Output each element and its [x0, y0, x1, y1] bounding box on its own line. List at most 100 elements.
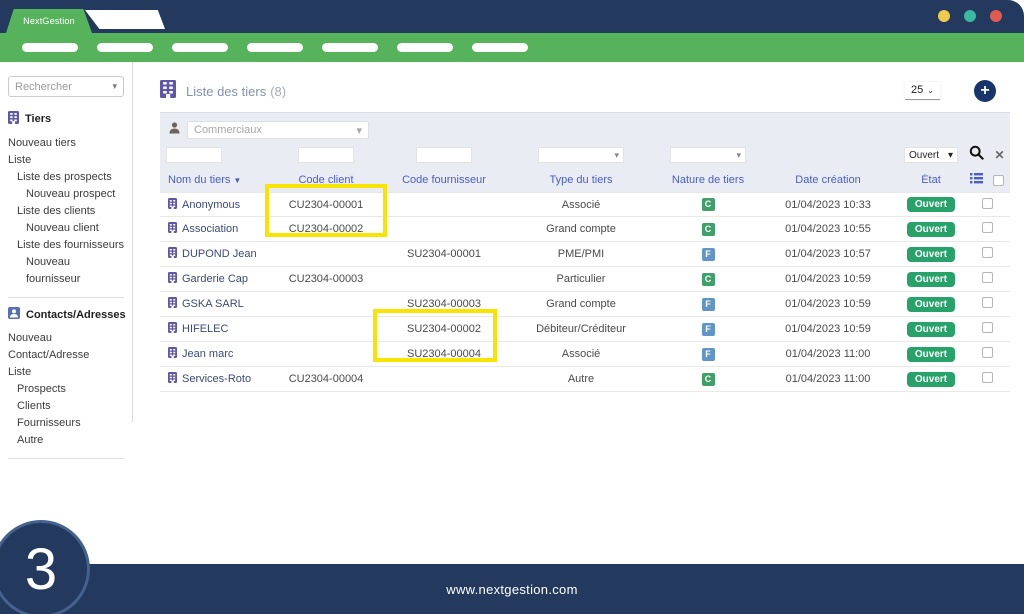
chevron-down-icon: ▾	[947, 149, 953, 161]
status-badge[interactable]: Ouvert	[906, 296, 956, 312]
sidebar-item-liste-des-prospects[interactable]: Liste des prospects	[8, 169, 124, 186]
row-checkbox[interactable]	[981, 197, 993, 209]
filter-nature-select[interactable]: ▾	[670, 147, 746, 163]
cell-type: Autre	[567, 373, 595, 385]
filter-type-select[interactable]: ▾	[538, 147, 624, 163]
sidebar-item-liste[interactable]: Liste	[8, 152, 124, 169]
cell-nom: Jean marc	[160, 347, 268, 361]
tiers-name-link[interactable]: Association	[182, 223, 238, 235]
cell-select	[964, 347, 1010, 361]
red-dot-icon[interactable]	[990, 10, 1002, 22]
filter-etat-select[interactable]: Ouvert ▾	[904, 147, 958, 163]
col-header-date[interactable]: Date création	[758, 174, 898, 186]
cell-select	[964, 197, 1010, 212]
clear-filters-icon[interactable]: ✕	[994, 148, 1004, 162]
tiers-name-link[interactable]: GSKA SARL	[182, 298, 244, 310]
chevron-down-icon: ▾	[356, 124, 362, 137]
cell-type: Grand compte	[546, 223, 616, 235]
status-badge[interactable]: Ouvert	[906, 197, 956, 212]
col-header-code-fournisseur[interactable]: Code fournisseur	[384, 174, 504, 186]
column-filter-row: ▾ ▾ Ouvert ▾ ✕	[160, 142, 1010, 168]
filter-nom-input[interactable]	[166, 147, 222, 163]
sidebar-section-contacts-adresses[interactable]: Contacts/Adresses	[8, 307, 126, 322]
menu-item-placeholder[interactable]	[322, 43, 378, 52]
cell-etat: Ouvert	[898, 346, 964, 362]
tiers-name-link[interactable]: Garderie Cap	[182, 273, 248, 285]
col-header-code-client[interactable]: Code client	[268, 174, 384, 186]
tiers-name-link[interactable]: DUPOND Jean	[182, 248, 257, 260]
row-checkbox[interactable]	[981, 347, 993, 358]
sidebar-item-prospects[interactable]: Prospects	[8, 381, 124, 398]
status-badge[interactable]: Ouvert	[906, 346, 956, 362]
nature-badge: F	[701, 322, 715, 336]
menu-item-placeholder[interactable]	[472, 43, 528, 52]
cell-etat: Ouvert	[898, 371, 964, 387]
row-checkbox[interactable]	[981, 247, 993, 258]
building-icon	[168, 372, 177, 386]
yellow-dot-icon[interactable]	[938, 10, 950, 22]
filter-code-fournisseur-input[interactable]	[416, 147, 472, 163]
sidebar-item-liste-des-clients[interactable]: Liste des clients	[8, 203, 124, 220]
search-input[interactable]: Rechercher ▾	[8, 76, 124, 97]
sidebar-item-liste[interactable]: Liste	[8, 364, 124, 381]
search-icon[interactable]	[969, 145, 985, 165]
sidebar-item-nouveau-fournisseur[interactable]: Nouveau fournisseur	[8, 254, 124, 288]
col-header-etat[interactable]: État	[898, 174, 964, 186]
tiers-name-link[interactable]: Jean marc	[182, 348, 233, 360]
sidebar-item-liste-des-fournisseurs[interactable]: Liste des fournisseurs	[8, 237, 124, 254]
table-row: GSKA SARL SU2304-00003 Grand compte F 01/04/…	[160, 292, 1010, 317]
commerciaux-placeholder: Commerciaux	[194, 124, 262, 136]
chevron-down-icon: ▾	[614, 149, 619, 160]
filter-code-client-input[interactable]	[298, 147, 354, 163]
select-all-checkbox[interactable]	[993, 174, 1004, 186]
sidebar-item-fournisseurs[interactable]: Fournisseurs	[8, 415, 124, 432]
row-checkbox[interactable]	[981, 297, 993, 308]
cell-type: Particulier	[556, 273, 606, 285]
row-checkbox[interactable]	[981, 322, 993, 333]
sidebar-item-autre[interactable]: Autre	[8, 432, 124, 449]
tiers-name-link[interactable]: Anonymous	[182, 199, 240, 211]
row-checkbox[interactable]	[981, 222, 993, 233]
menu-item-placeholder[interactable]	[97, 43, 153, 52]
add-button[interactable]: +	[974, 80, 996, 102]
sidebar-item-nouveau-contact-adresse[interactable]: Nouveau Contact/Adresse	[8, 330, 124, 364]
menu-item-placeholder[interactable]	[397, 43, 453, 52]
nature-badge: F	[701, 347, 715, 361]
page-size-select[interactable]: 25 ⌄	[905, 82, 940, 100]
cell-nom: Garderie Cap	[160, 272, 268, 286]
menu-item-placeholder[interactable]	[22, 43, 78, 52]
status-badge[interactable]: Ouvert	[906, 321, 956, 337]
col-header-nom[interactable]: Nom du tiers ▼	[160, 174, 268, 186]
cell-nature: C	[658, 372, 758, 386]
status-badge[interactable]: Ouvert	[906, 221, 956, 237]
sidebar-item-clients[interactable]: Clients	[8, 398, 124, 415]
blank-tab[interactable]	[85, 10, 165, 29]
sidebar-item-nouveau-tiers[interactable]: Nouveau tiers	[8, 135, 124, 152]
sidebar-item-nouveau-prospect[interactable]: Nouveau prospect	[8, 186, 124, 203]
brand-tab[interactable]: NextGestion	[6, 9, 92, 33]
col-header-type[interactable]: Type du tiers	[504, 174, 658, 186]
col-header-nature[interactable]: Nature de tiers	[658, 174, 758, 186]
commerciaux-select[interactable]: Commerciaux ▾	[187, 121, 369, 139]
page-title: Liste des tiers	[186, 83, 267, 99]
result-count: (8)	[270, 83, 287, 99]
cell-nature: C	[658, 222, 758, 236]
tiers-name-link[interactable]: HIFELEC	[182, 323, 228, 335]
row-checkbox[interactable]	[981, 272, 993, 283]
status-badge[interactable]: Ouvert	[906, 246, 956, 262]
cell-nature: F	[658, 247, 758, 261]
list-fields-icon[interactable]	[970, 173, 983, 187]
footer-bar: www.nextgestion.com	[0, 564, 1024, 614]
sidebar-section-tiers[interactable]: Tiers	[8, 111, 124, 127]
menu-item-placeholder[interactable]	[172, 43, 228, 52]
cell-code-client: CU2304-00003	[288, 273, 364, 285]
status-badge[interactable]: Ouvert	[906, 271, 956, 287]
cell-select	[964, 222, 1010, 236]
cell-nom: Association	[160, 222, 268, 236]
menu-item-placeholder[interactable]	[247, 43, 303, 52]
row-checkbox[interactable]	[981, 372, 993, 383]
teal-dot-icon[interactable]	[964, 10, 976, 22]
status-badge[interactable]: Ouvert	[906, 371, 956, 387]
tiers-name-link[interactable]: Services-Roto	[182, 373, 251, 385]
sidebar-item-nouveau-client[interactable]: Nouveau client	[8, 220, 124, 237]
